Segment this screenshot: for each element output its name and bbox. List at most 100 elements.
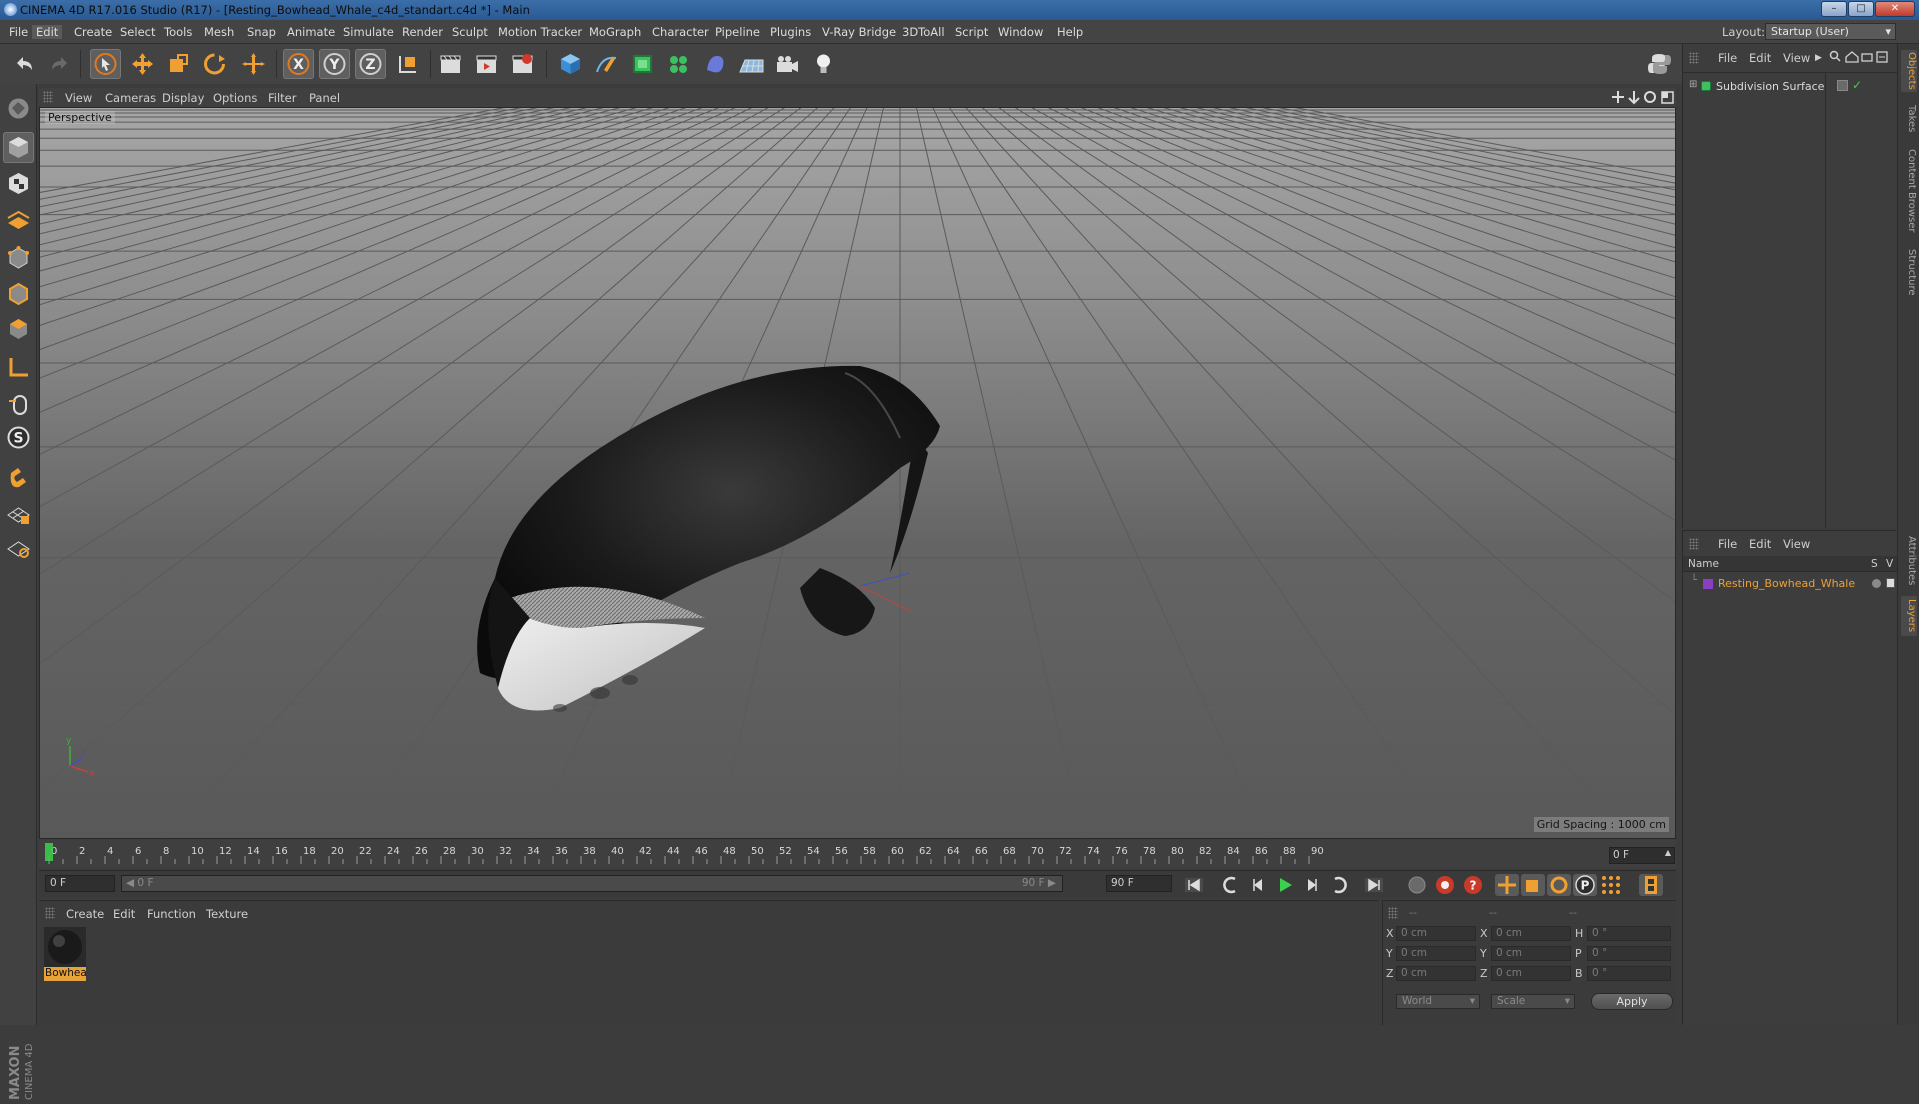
enabled-check-icon[interactable]: ✓: [1852, 78, 1862, 92]
go-to-start-button[interactable]: [1182, 874, 1206, 896]
key-position-button[interactable]: [1495, 874, 1519, 896]
grip-handle[interactable]: [43, 91, 53, 103]
previous-keyframe-button[interactable]: [1219, 874, 1243, 896]
add-deformer-button[interactable]: [700, 49, 731, 79]
timeline-window-button[interactable]: [1639, 874, 1663, 896]
play-button[interactable]: [1273, 874, 1297, 896]
coordinate-mode-select[interactable]: World ▾: [1396, 994, 1480, 1009]
menu-edit[interactable]: Edit: [32, 25, 63, 39]
subdivision-tag-icon[interactable]: [1837, 80, 1848, 91]
orbit-icon[interactable]: [1644, 91, 1656, 103]
tab-content-browser[interactable]: Content Browser: [1901, 146, 1917, 236]
layout-select[interactable]: Startup (User) ▾: [1765, 23, 1896, 40]
viewport-menu-view[interactable]: View: [65, 91, 92, 105]
menu-3dtoall[interactable]: 3DToAll: [902, 25, 945, 39]
viewport-scene[interactable]: y x z: [40, 108, 1676, 839]
viewport-menu-options[interactable]: Options: [213, 91, 257, 105]
pan-icon[interactable]: [1612, 91, 1624, 103]
menu-tools[interactable]: Tools: [164, 25, 192, 39]
current-frame-field[interactable]: 0 F ▲: [1609, 847, 1675, 864]
render-settings-button[interactable]: [507, 49, 538, 79]
layer-menu-view[interactable]: View: [1783, 537, 1810, 551]
menu-character[interactable]: Character: [652, 25, 709, 39]
tab-layers[interactable]: Layers: [1901, 596, 1917, 636]
grip-handle[interactable]: [1689, 52, 1699, 64]
more-arrow-icon[interactable]: ▶: [1815, 53, 1822, 63]
layer-column-solo[interactable]: S: [1871, 558, 1878, 570]
menu-sculpt[interactable]: Sculpt: [452, 25, 488, 39]
solo-toggle-icon[interactable]: [1872, 579, 1881, 588]
menu-help[interactable]: Help: [1057, 25, 1083, 39]
object-menu-file[interactable]: File: [1718, 51, 1737, 65]
menu-animate[interactable]: Animate: [287, 25, 335, 39]
expand-toggle-icon[interactable]: ⊞: [1689, 79, 1697, 90]
key-rotation-button[interactable]: [1547, 874, 1571, 896]
python-button[interactable]: [1644, 49, 1675, 79]
snapping-button[interactable]: S: [3, 422, 34, 453]
menu-vray-bridge[interactable]: V-Ray Bridge: [822, 25, 896, 39]
menu-script[interactable]: Script: [955, 25, 988, 39]
menu-window[interactable]: Window: [998, 25, 1043, 39]
maximize-view-icon[interactable]: [1661, 91, 1674, 104]
render-to-picture-viewer-button[interactable]: [471, 49, 502, 79]
rot-h-field[interactable]: 0 °: [1587, 926, 1671, 941]
polygons-mode-button[interactable]: [3, 313, 34, 344]
material-swatch[interactable]: Bowhea: [44, 927, 86, 983]
menu-mograph[interactable]: MoGraph: [589, 25, 641, 39]
menu-mesh[interactable]: Mesh: [204, 25, 234, 39]
render-view-button[interactable]: [435, 49, 466, 79]
menu-file[interactable]: File: [9, 25, 28, 39]
end-frame-field[interactable]: 90 F: [1106, 875, 1172, 892]
add-subdivision-button[interactable]: [627, 49, 658, 79]
magnet-button[interactable]: [3, 462, 34, 493]
points-mode-button[interactable]: [3, 242, 34, 273]
size-y-field[interactable]: 0 cm: [1491, 946, 1571, 961]
grip-handle[interactable]: [1388, 907, 1398, 919]
menu-plugins[interactable]: Plugins: [770, 25, 811, 39]
menu-motion-tracker[interactable]: Motion Tracker: [498, 25, 582, 39]
grip-handle[interactable]: [45, 907, 55, 919]
add-camera-button[interactable]: [772, 49, 803, 79]
layer-column-visible[interactable]: V: [1886, 558, 1893, 570]
menu-select[interactable]: Select: [120, 25, 155, 39]
object-menu-view[interactable]: View: [1783, 51, 1810, 65]
coordinate-system-button[interactable]: [392, 49, 423, 79]
model-mode-button[interactable]: [3, 132, 34, 163]
viewport-menu-display[interactable]: Display: [162, 91, 204, 105]
object-menu-edit[interactable]: Edit: [1749, 51, 1771, 65]
texture-mode-button[interactable]: [3, 168, 34, 199]
pos-y-field[interactable]: 0 cm: [1396, 946, 1476, 961]
key-scale-button[interactable]: [1521, 874, 1545, 896]
frame-ruler[interactable]: 0 2 4 6 8 10 12 14 16 18 20 22 24 26 28 30 32 34 36 38 40 42 4…: [39, 840, 1609, 868]
timeline-ruler[interactable]: 0 2 4 6 8 10 12 14 16 18 20 22 24 26 28 30 32 34 36 38 40 42 4…: [39, 840, 1676, 868]
home-icon[interactable]: [1845, 51, 1859, 63]
grip-handle[interactable]: [1689, 538, 1699, 550]
workplane-mode-button[interactable]: [3, 204, 34, 235]
frame-range-slider[interactable]: ◀ 0 F 90 F ▶: [121, 875, 1063, 892]
apply-button[interactable]: Apply: [1591, 993, 1673, 1010]
key-parameter-button[interactable]: P: [1573, 874, 1597, 896]
menu-simulate[interactable]: Simulate: [343, 25, 394, 39]
visibility-toggle-icon[interactable]: [1886, 578, 1895, 588]
rot-p-field[interactable]: 0 °: [1587, 946, 1671, 961]
undo-button[interactable]: [9, 49, 40, 79]
layer-menu-file[interactable]: File: [1718, 537, 1737, 551]
viewport-menu-filter[interactable]: Filter: [268, 91, 296, 105]
close-button[interactable]: ✕: [1875, 1, 1915, 17]
viewport-menu-cameras[interactable]: Cameras: [105, 91, 156, 105]
minimize-button[interactable]: –: [1821, 1, 1847, 17]
menu-render[interactable]: Render: [402, 25, 443, 39]
tab-takes[interactable]: Takes: [1901, 102, 1917, 136]
next-keyframe-button[interactable]: [1327, 874, 1351, 896]
size-x-field[interactable]: 0 cm: [1491, 926, 1571, 941]
scale-tool[interactable]: [163, 49, 194, 79]
add-floor-button[interactable]: [736, 49, 767, 79]
expand-icon[interactable]: [1876, 51, 1888, 63]
record-active-objects-button[interactable]: [1433, 874, 1457, 896]
layer-menu-edit[interactable]: Edit: [1749, 537, 1771, 551]
edges-mode-button[interactable]: [3, 278, 34, 309]
make-editable-button[interactable]: [3, 93, 34, 124]
new-window-icon[interactable]: [1861, 53, 1873, 62]
material-menu-edit[interactable]: Edit: [113, 907, 135, 921]
axis-mode-button[interactable]: [3, 352, 34, 383]
